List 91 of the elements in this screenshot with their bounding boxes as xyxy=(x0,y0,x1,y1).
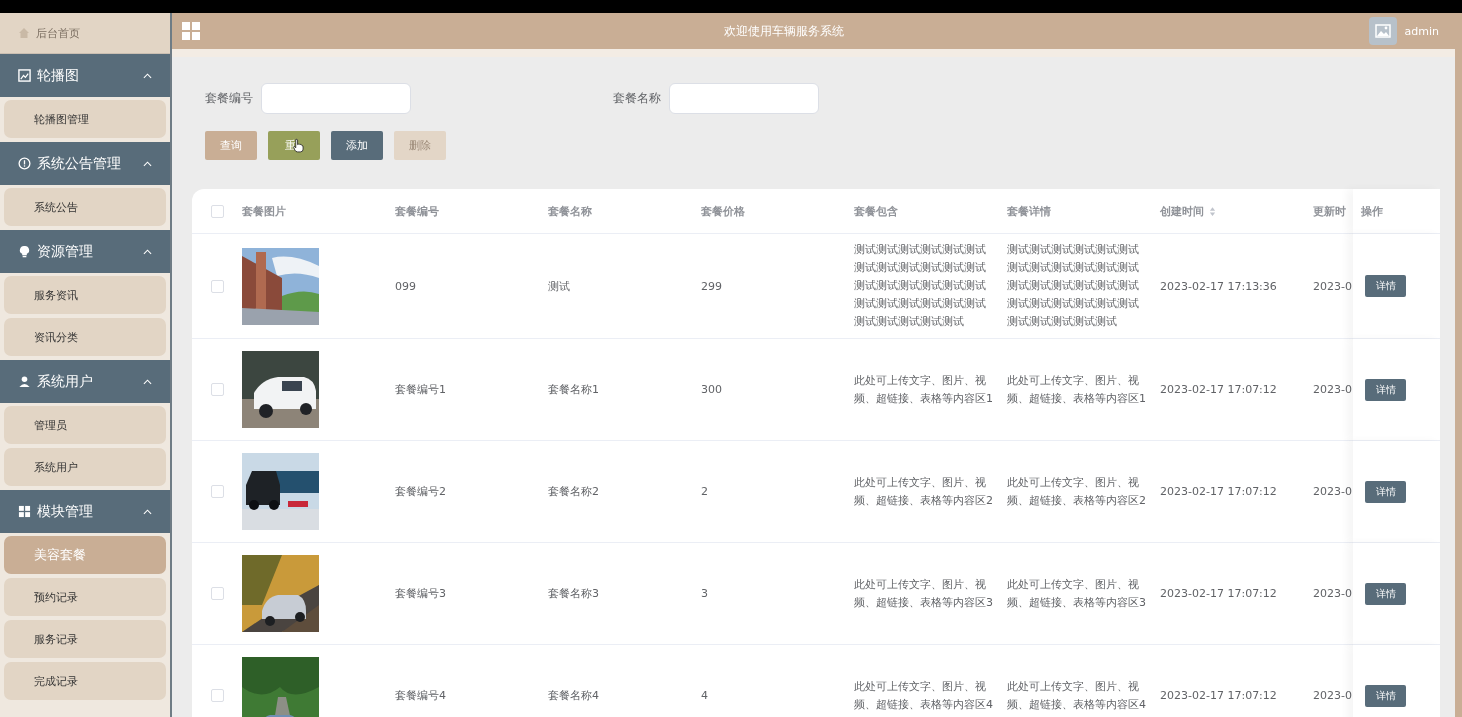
table-cell: 2023-02-17 17:07:12 xyxy=(1160,689,1277,702)
column-header: 套餐名称 xyxy=(548,203,592,219)
picture-icon xyxy=(18,69,31,82)
table-cell: 300 xyxy=(701,383,722,396)
menu-item[interactable]: 服务资讯 xyxy=(4,276,166,314)
field-label: 套餐名称 xyxy=(613,90,661,107)
table-cell: 2023-0 xyxy=(1313,279,1352,293)
avatar-icon[interactable] xyxy=(1368,17,1397,45)
table-cell: 2023-0 xyxy=(1313,383,1352,396)
table-cell: 299 xyxy=(701,279,722,293)
menu-group-header[interactable]: 系统用户 xyxy=(0,360,170,403)
table-cell-text: 此处可上传文字、图片、视频、超链接、表格等内容区4 xyxy=(1007,678,1147,713)
column-header: 套餐图片 xyxy=(242,203,286,219)
caret-up-icon xyxy=(143,378,152,385)
table-cell: 套餐编号4 xyxy=(395,688,446,703)
caret-up-icon xyxy=(143,160,152,167)
column-header: 操作 xyxy=(1361,203,1383,219)
table-cell-text: 测试测试测试测试测试测试测试测试测试测试测试测试测试测试测试测试测试测试测试测试测试测试测试测试测试测试测试测试测试 xyxy=(1007,242,1140,330)
action-button[interactable]: 重 xyxy=(268,131,320,160)
caret-up-icon xyxy=(143,72,152,79)
menu-item[interactable]: 完成记录 xyxy=(4,662,166,700)
table-cell: 2 xyxy=(701,485,708,498)
menu-group-header[interactable]: 模块管理 xyxy=(0,490,170,533)
checkbox[interactable] xyxy=(210,204,224,218)
table-cell-text: 此处可上传文字、图片、视频、超链接、表格等内容区4 xyxy=(854,678,994,713)
checkbox[interactable] xyxy=(210,689,224,702)
column-header: 更新时 xyxy=(1313,203,1346,219)
detail-button[interactable]: 详情 xyxy=(1365,275,1406,297)
menu-group-header[interactable]: 系统公告管理 xyxy=(0,142,170,185)
column-header: 套餐包含 xyxy=(854,203,898,219)
table-cell: 套餐名称1 xyxy=(548,382,599,397)
column-header: 套餐价格 xyxy=(701,203,745,219)
table-cell-text: 此处可上传文字、图片、视频、超链接、表格等内容区2 xyxy=(1007,474,1147,509)
table-cell: 套餐名称3 xyxy=(548,586,599,601)
table-cell: 2023-0 xyxy=(1313,587,1352,600)
checkbox[interactable] xyxy=(210,279,224,293)
caret-up-icon xyxy=(143,248,152,255)
table-cell: 4 xyxy=(701,689,708,702)
table-cell-text: 此处可上传文字、图片、视频、超链接、表格等内容区3 xyxy=(1007,576,1147,611)
input-field[interactable] xyxy=(261,83,411,114)
detail-button[interactable]: 详情 xyxy=(1365,684,1406,707)
table-cell: 套餐编号1 xyxy=(395,382,446,397)
table-cell: 套餐名称2 xyxy=(548,484,599,499)
menu-item[interactable]: 资讯分类 xyxy=(4,318,166,356)
table-cell-text: 测试测试测试测试测试测试测试测试测试测试测试测试测试测试测试测试测试测试测试测试测试测试测试测试测试测试测试测试测试 xyxy=(854,242,987,330)
table-cell: 2023-02-17 17:07:12 xyxy=(1160,587,1277,600)
grid-icon xyxy=(18,505,31,518)
table-cell-text: 此处可上传文字、图片、视频、超链接、表格等内容区1 xyxy=(1007,372,1147,407)
table-cell: 套餐编号2 xyxy=(395,484,446,499)
caret-up-icon xyxy=(143,508,152,515)
action-button[interactable]: 添加 xyxy=(331,131,383,160)
home-menu-item[interactable]: 后台首页 xyxy=(0,13,170,54)
table-cell: 套餐名称4 xyxy=(548,688,599,703)
checkbox[interactable] xyxy=(210,383,224,396)
detail-button[interactable]: 详情 xyxy=(1365,480,1406,503)
bulb-icon xyxy=(18,245,31,258)
table-cell: 2023-0 xyxy=(1313,689,1352,702)
checkbox[interactable] xyxy=(210,587,224,600)
home-icon xyxy=(18,27,30,39)
table-cell-text: 此处可上传文字、图片、视频、超链接、表格等内容区2 xyxy=(854,474,994,509)
table-cell: 3 xyxy=(701,587,708,600)
menu-item[interactable]: 系统公告 xyxy=(4,188,166,226)
app-title: 欢迎使用车辆服务系统 xyxy=(723,22,846,40)
table-cell: 2023-02-17 17:13:36 xyxy=(1160,279,1277,293)
table-cell: 2023-0 xyxy=(1313,485,1352,498)
menu-item[interactable]: 服务记录 xyxy=(4,620,166,658)
table-cell: 2023-02-17 17:07:12 xyxy=(1160,383,1277,396)
table-cell-text: 此处可上传文字、图片、视频、超链接、表格等内容区1 xyxy=(854,372,994,407)
input-field[interactable] xyxy=(669,83,819,114)
table-cell-text: 此处可上传文字、图片、视频、超链接、表格等内容区3 xyxy=(854,576,994,611)
field-label: 套餐编号 xyxy=(205,90,253,107)
checkbox[interactable] xyxy=(210,485,224,498)
table-cell: 099 xyxy=(395,279,416,293)
alert-icon xyxy=(18,157,31,170)
detail-button[interactable]: 详情 xyxy=(1365,378,1406,401)
menu-group-header[interactable]: 轮播图 xyxy=(0,54,170,97)
table-cell: 测试 xyxy=(548,278,570,294)
user-icon xyxy=(18,375,31,388)
sort-icon[interactable] xyxy=(1209,205,1216,217)
menu-item[interactable]: 轮播图管理 xyxy=(4,100,166,138)
detail-button[interactable]: 详情 xyxy=(1365,582,1406,605)
table-cell: 2023-02-17 17:07:12 xyxy=(1160,485,1277,498)
menu-item[interactable]: 管理员 xyxy=(4,406,166,444)
column-header: 创建时间 xyxy=(1160,203,1204,219)
column-header: 套餐编号 xyxy=(395,203,439,219)
grid-icon[interactable] xyxy=(182,22,200,40)
column-header: 套餐详情 xyxy=(1007,203,1051,219)
menu-item[interactable]: 系统用户 xyxy=(4,448,166,486)
menu-item[interactable]: 预约记录 xyxy=(4,578,166,616)
menu-group-header[interactable]: 资源管理 xyxy=(0,230,170,273)
table-cell: 套餐编号3 xyxy=(395,586,446,601)
